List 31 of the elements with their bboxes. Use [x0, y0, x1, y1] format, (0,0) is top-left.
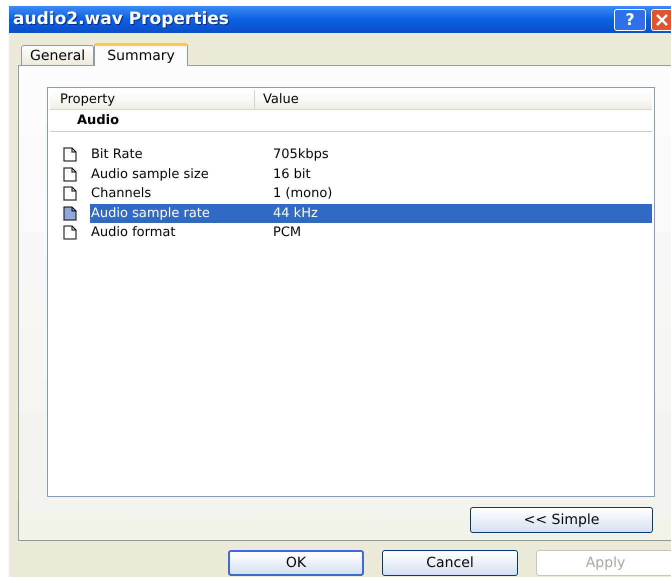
property-value: 44 kHz	[273, 204, 318, 222]
tab[interactable]: Summary	[94, 43, 188, 66]
list-row[interactable]: Channels 1 (mono)	[50, 184, 652, 204]
document-icon	[63, 166, 77, 182]
document-icon	[63, 225, 77, 240]
property-value: PCM	[273, 224, 302, 242]
column-header[interactable]: Value	[255, 90, 299, 109]
close-icon	[656, 14, 668, 26]
property-name: Audio sample size	[90, 166, 210, 184]
help-button[interactable]: ?	[614, 8, 646, 30]
dialog-button[interactable]: OK	[228, 550, 364, 576]
simple-button[interactable]: << Simple	[470, 507, 653, 533]
property-name: Audio format	[90, 224, 176, 242]
window-title: audio2.wav Properties	[13, 8, 229, 31]
document-icon	[63, 186, 77, 202]
property-name: Bit Rate	[90, 146, 144, 164]
tab[interactable]: General	[21, 45, 94, 65]
list-row[interactable]: Audio format PCM	[50, 223, 652, 242]
document-icon	[63, 147, 77, 162]
dialog-button[interactable]: Cancel	[382, 550, 518, 576]
group-header: Audio	[77, 112, 120, 130]
close-button[interactable]	[651, 8, 671, 30]
property-value: 1 (mono)	[273, 185, 332, 203]
column-header[interactable]: Property	[50, 90, 255, 109]
property-name: Channels	[90, 185, 152, 203]
property-value: 705kbps	[273, 146, 329, 164]
property-value: 16 bit	[273, 166, 311, 184]
list-row[interactable]: Audio sample size 16 bit	[50, 164, 652, 184]
property-name: Audio sample rate	[90, 204, 211, 222]
document-icon	[63, 206, 77, 221]
list-row[interactable]: Bit Rate 705kbps	[50, 145, 652, 164]
